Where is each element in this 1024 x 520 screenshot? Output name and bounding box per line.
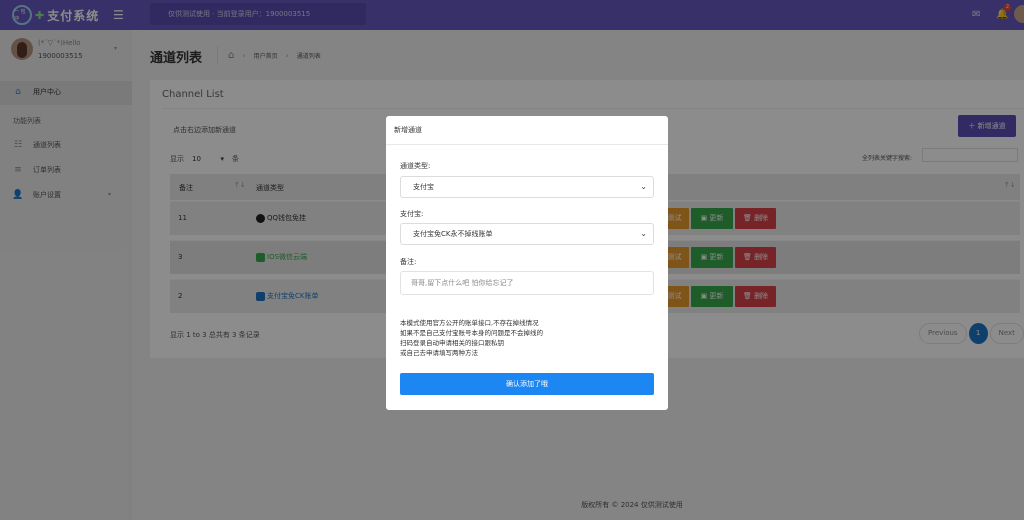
channel-type-select[interactable]: 支付宝 ⌄ bbox=[400, 176, 654, 198]
note-label: 备注: bbox=[400, 258, 417, 266]
pay-mode-value: 支付宝免CK永不掉线账单 bbox=[413, 230, 493, 238]
info-line: 本模式使用官方公开的账单接口,不存在掉线情况 bbox=[400, 319, 539, 327]
type-label: 通道类型: bbox=[400, 162, 431, 170]
info-line: 如果不是自己支付宝账号本身的问题是不会掉线的 bbox=[400, 329, 543, 337]
add-channel-modal: 新增通道 通道类型: 支付宝 ⌄ 支付宝: 支付宝免CK永不掉线账单 ⌄ 备注:… bbox=[386, 116, 668, 410]
confirm-add-button[interactable]: 确认添加了哦 bbox=[400, 373, 654, 395]
pay-label: 支付宝: bbox=[400, 210, 424, 218]
chevron-down-icon: ⌄ bbox=[640, 182, 647, 191]
info-line: 或自己去申请填写两种方法 bbox=[400, 349, 478, 357]
modal-divider bbox=[386, 144, 668, 145]
modal-title: 新增通道 bbox=[394, 126, 422, 134]
channel-type-value: 支付宝 bbox=[413, 183, 434, 191]
pay-mode-select[interactable]: 支付宝免CK永不掉线账单 ⌄ bbox=[400, 223, 654, 245]
chevron-down-icon: ⌄ bbox=[640, 229, 647, 238]
note-input[interactable]: 哥哥,留下点什么吧 怕你给忘记了 bbox=[400, 271, 654, 295]
info-line: 扫码登录自动申请相关的接口跟私钥 bbox=[400, 339, 504, 347]
